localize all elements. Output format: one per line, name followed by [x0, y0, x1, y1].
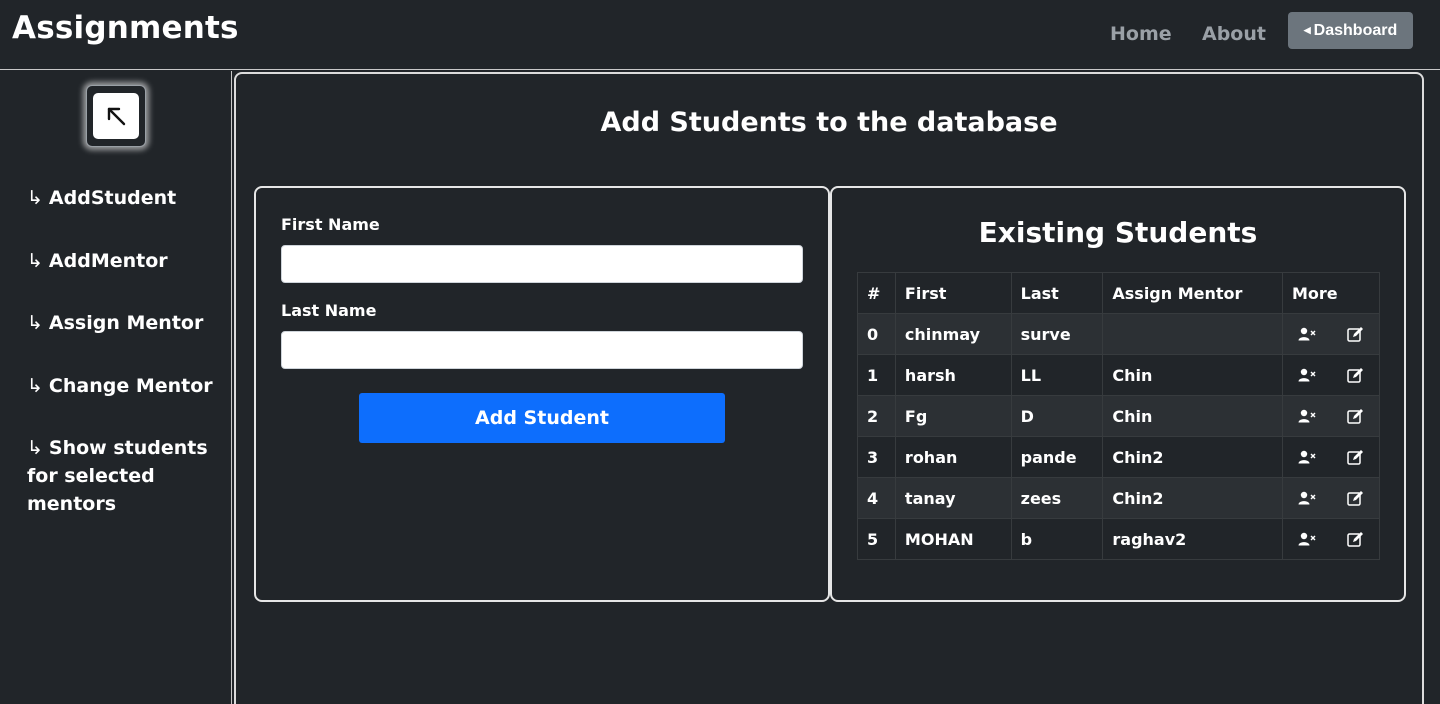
column-header: # [857, 272, 896, 314]
top-navbar: Assignments Home About ◀ Dashboard [0, 0, 1440, 70]
cell-first: chinmay [894, 313, 1012, 355]
main-panel: Add Students to the database First Name … [234, 72, 1424, 704]
cell-more [1282, 354, 1380, 396]
edit-icon[interactable] [1345, 447, 1365, 467]
sidebar-toggle-button[interactable] [86, 85, 146, 147]
cell-first: rohan [894, 436, 1012, 478]
first-name-label: First Name [281, 215, 380, 234]
person-x-icon[interactable] [1297, 529, 1317, 549]
cell-first: MOHAN [894, 518, 1012, 560]
cell-num: 1 [857, 354, 896, 396]
edit-icon[interactable] [1345, 324, 1365, 344]
cell-mentor: raghav2 [1102, 518, 1283, 560]
cell-more [1282, 436, 1380, 478]
last-name-input[interactable] [281, 331, 803, 369]
cell-last: b [1010, 518, 1104, 560]
sidebar-item-change-mentor[interactable]: ↳ Change Mentor [27, 372, 222, 400]
table-row: 4 tanay zees Chin2 [857, 477, 1380, 519]
person-x-icon[interactable] [1297, 324, 1317, 344]
table-row: 3 rohan pande Chin2 [857, 436, 1380, 478]
add-student-form: First Name Last Name Add Student [254, 186, 830, 602]
cell-mentor [1102, 313, 1283, 355]
cell-last: D [1010, 395, 1104, 437]
cell-mentor: Chin2 [1102, 477, 1283, 519]
first-name-input[interactable] [281, 245, 803, 283]
cell-num: 5 [857, 518, 896, 560]
cell-more [1282, 313, 1380, 355]
turn-arrow-icon: ↳ [27, 312, 43, 334]
cell-num: 3 [857, 436, 896, 478]
existing-students-card: Existing Students # First Last Assign Me… [830, 186, 1406, 602]
column-header: Assign Mentor [1102, 272, 1283, 314]
sidebar-item-addstudent[interactable]: ↳ AddStudent [27, 184, 222, 212]
row-actions [1283, 488, 1379, 508]
table-row: 0 chinmay surve [857, 313, 1380, 355]
cell-num: 4 [857, 477, 896, 519]
cell-last: pande [1010, 436, 1104, 478]
page-title: Add Students to the database [600, 107, 1058, 138]
sidebar-item-label: AddMentor [48, 250, 168, 272]
row-actions [1283, 324, 1379, 344]
cell-mentor: Chin2 [1102, 436, 1283, 478]
cell-first: harsh [894, 354, 1012, 396]
add-student-button[interactable]: Add Student [359, 393, 725, 443]
row-actions [1283, 406, 1379, 426]
turn-arrow-icon: ↳ [27, 375, 43, 397]
turn-arrow-icon: ↳ [27, 437, 43, 459]
person-x-icon[interactable] [1297, 406, 1317, 426]
turn-arrow-icon: ↳ [27, 187, 43, 209]
column-header: Last [1010, 272, 1104, 314]
row-actions [1283, 365, 1379, 385]
cell-mentor: Chin [1102, 354, 1283, 396]
last-name-label: Last Name [281, 301, 377, 320]
students-title: Existing Students [978, 216, 1258, 249]
table-header-row: # First Last Assign Mentor More [857, 272, 1380, 314]
chevron-left-icon: ◀ [1303, 25, 1311, 35]
row-actions [1283, 447, 1379, 467]
cell-num: 2 [857, 395, 896, 437]
row-actions [1283, 529, 1379, 549]
sidebar-item-addmentor[interactable]: ↳ AddMentor [27, 247, 222, 275]
students-table: # First Last Assign Mentor More 0 chinmay… [857, 272, 1380, 560]
person-x-icon[interactable] [1297, 488, 1317, 508]
cell-more [1282, 395, 1380, 437]
cell-first: Fg [894, 395, 1012, 437]
cell-first: tanay [894, 477, 1012, 519]
cell-last: zees [1010, 477, 1104, 519]
edit-icon[interactable] [1345, 406, 1365, 426]
sidebar-item-assign-mentor[interactable]: ↳ Assign Mentor [27, 309, 222, 337]
cell-last: surve [1010, 313, 1104, 355]
sidebar-item-label: AddStudent [48, 187, 177, 209]
table-row: 1 harsh LL Chin [857, 354, 1380, 396]
arrow-up-left-icon [107, 107, 126, 126]
person-x-icon[interactable] [1297, 447, 1317, 467]
toggle-inner [93, 93, 139, 139]
table-row: 2 Fg D Chin [857, 395, 1380, 437]
edit-icon[interactable] [1345, 365, 1365, 385]
dashboard-button[interactable]: ◀ Dashboard [1288, 12, 1413, 49]
sidebar-item-label: Change Mentor [48, 375, 213, 397]
cell-more [1282, 477, 1380, 519]
edit-icon[interactable] [1345, 488, 1365, 508]
column-header: First [894, 272, 1012, 314]
column-header: More [1282, 272, 1380, 314]
turn-arrow-icon: ↳ [27, 250, 43, 272]
person-x-icon[interactable] [1297, 365, 1317, 385]
cell-mentor: Chin [1102, 395, 1283, 437]
cell-num: 0 [857, 313, 896, 355]
cell-last: LL [1010, 354, 1104, 396]
nav-about-link[interactable]: About [1202, 23, 1266, 45]
cell-more [1282, 518, 1380, 560]
edit-icon[interactable] [1345, 529, 1365, 549]
brand-title[interactable]: Assignments [12, 10, 239, 46]
sidebar-item-label: Assign Mentor [48, 312, 204, 334]
table-row: 5 MOHAN b raghav2 [857, 518, 1380, 560]
sidebar-item-show-students[interactable]: ↳ Show students for selected mentors [27, 434, 222, 518]
nav-home-link[interactable]: Home [1110, 23, 1172, 45]
dashboard-button-label: Dashboard [1313, 21, 1398, 39]
sidebar-item-label: Show students for selected mentors [27, 437, 208, 515]
